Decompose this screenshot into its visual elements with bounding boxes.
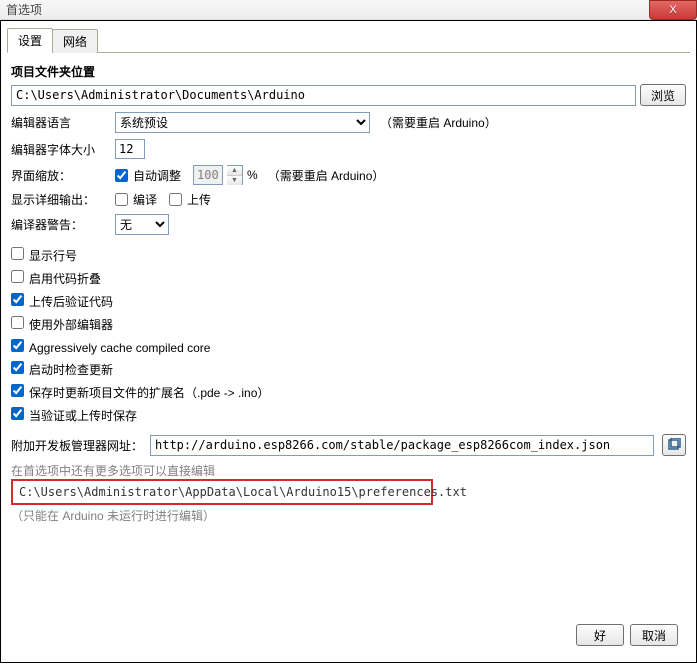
tab-network[interactable]: 网络 <box>52 29 98 53</box>
window-title: 首选项 <box>6 1 42 18</box>
cachecore-checkbox[interactable]: Aggressively cache compiled core <box>11 339 210 355</box>
warnings-select[interactable]: 无 <box>115 214 169 235</box>
verbose-label: 显示详细输出： <box>11 191 111 208</box>
linenumbers-checkbox[interactable]: 显示行号 <box>11 247 77 264</box>
sketchbook-title: 项目文件夹位置 <box>11 63 686 80</box>
boardsurl-input[interactable] <box>150 435 654 456</box>
verifyupload-checkbox[interactable]: 上传后验证代码 <box>11 293 113 310</box>
codefolding-checkbox[interactable]: 启用代码折叠 <box>11 270 101 287</box>
verbose-upload-checkbox[interactable]: 上传 <box>169 191 211 208</box>
editor-font-input[interactable] <box>115 139 145 159</box>
warnings-label: 编译器警告： <box>11 216 111 233</box>
saveverify-checkbox[interactable]: 当验证或上传时保存 <box>11 407 137 424</box>
scale-value-input <box>193 165 223 185</box>
prefs-note: 在首选项中还有更多选项可以直接编辑 <box>11 462 686 479</box>
updateext-checkbox[interactable]: 保存时更新项目文件的扩展名（.pde -> .ino） <box>11 384 269 401</box>
prefs-hint: （只能在 Arduino 未运行时进行编辑） <box>11 507 686 524</box>
editor-language-hint: （需要重启 Arduino） <box>380 114 497 131</box>
boardsurl-expand-button[interactable] <box>662 434 686 456</box>
close-button[interactable]: X <box>649 0 697 20</box>
tab-settings[interactable]: 设置 <box>7 28 53 53</box>
scale-hint: （需要重启 Arduino） <box>268 167 385 184</box>
boardsurl-label: 附加开发板管理器网址： <box>11 437 146 454</box>
verbose-compile-checkbox[interactable]: 编译 <box>115 191 157 208</box>
prefs-path-link[interactable]: C:\Users\Administrator\AppData\Local\Ard… <box>11 479 433 505</box>
title-bar: 首选项 X <box>0 0 697 20</box>
scale-auto-checkbox[interactable]: 自动调整 <box>115 167 181 184</box>
scale-label: 界面缩放： <box>11 167 111 184</box>
sketchbook-path-input[interactable] <box>11 85 636 106</box>
checkupdates-checkbox[interactable]: 启动时检查更新 <box>11 361 113 378</box>
browse-button[interactable]: 浏览 <box>640 84 686 106</box>
editor-language-label: 编辑器语言 <box>11 114 111 131</box>
scale-percent: % <box>247 168 258 182</box>
dialog-buttons: 好 取消 <box>576 624 678 646</box>
editor-font-label: 编辑器字体大小 <box>11 141 111 158</box>
externaleditor-checkbox[interactable]: 使用外部编辑器 <box>11 316 113 333</box>
window-icon <box>667 438 681 452</box>
cancel-button[interactable]: 取消 <box>630 624 678 646</box>
scale-spinner: ▲▼ <box>227 165 243 185</box>
ok-button[interactable]: 好 <box>576 624 624 646</box>
tabs: 设置 网络 <box>7 27 690 53</box>
editor-language-select[interactable]: 系统预设 <box>115 112 370 133</box>
